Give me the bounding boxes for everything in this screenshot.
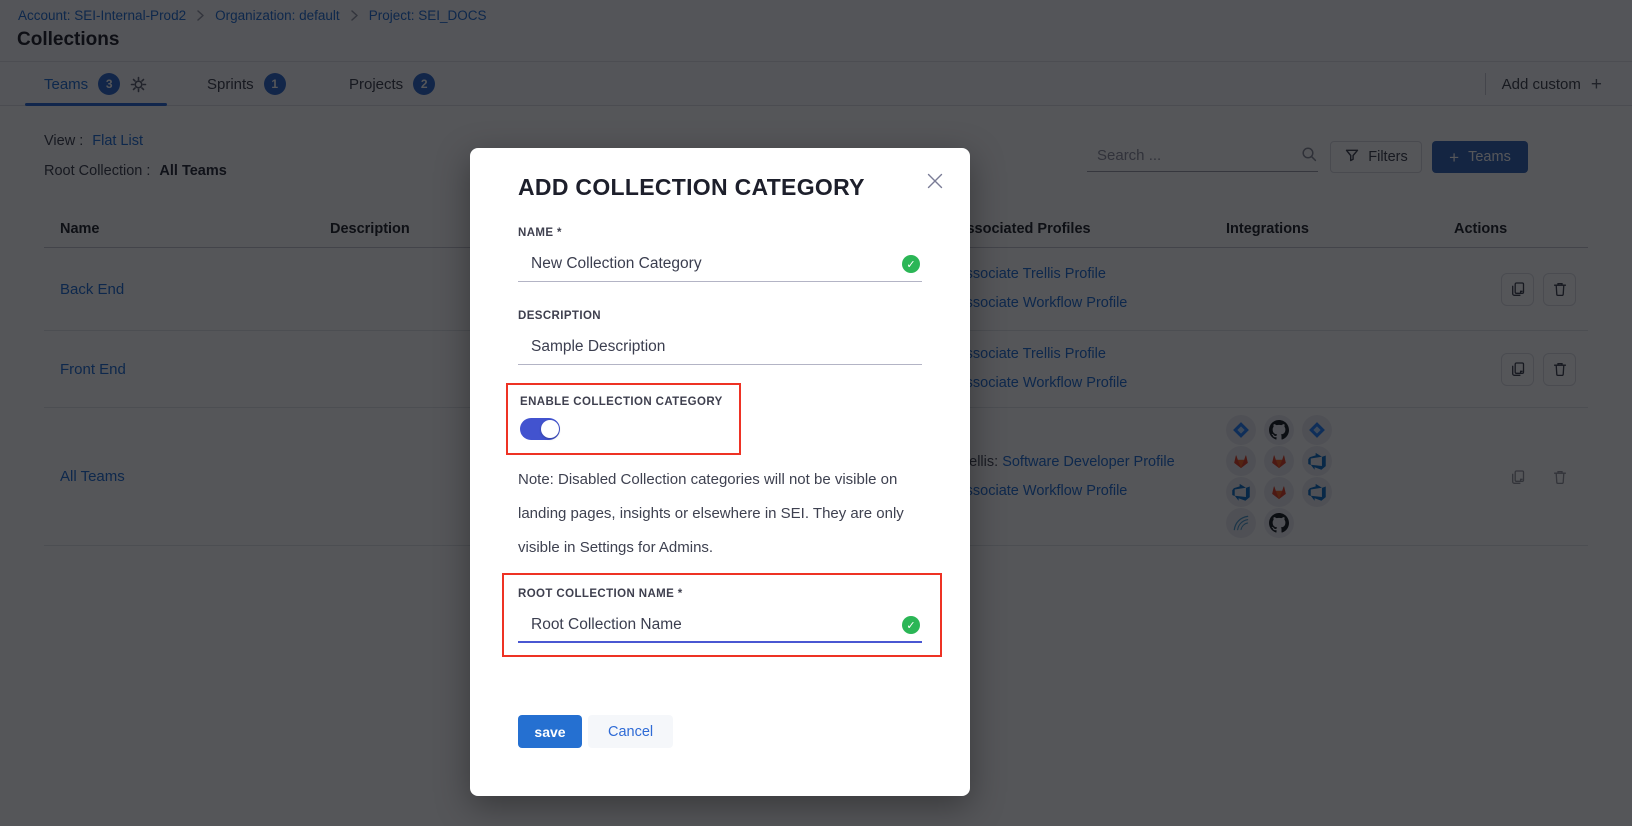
enable-category-toggle[interactable]	[520, 418, 560, 440]
save-button[interactable]: save	[518, 715, 582, 748]
description-field-label: DESCRIPTION	[518, 310, 922, 322]
description-input[interactable]	[531, 338, 920, 356]
enable-category-highlight-box: ENABLE COLLECTION CATEGORY	[506, 383, 741, 455]
description-field-group: DESCRIPTION	[518, 310, 922, 365]
close-icon[interactable]	[926, 172, 944, 195]
name-input[interactable]	[531, 255, 902, 273]
toggle-knob	[541, 420, 559, 438]
cancel-button[interactable]: Cancel	[588, 715, 673, 748]
name-field-group: NAME * ✓	[518, 227, 922, 282]
dialog-title: ADD COLLECTION CATEGORY	[518, 174, 922, 201]
valid-check-icon: ✓	[902, 616, 920, 634]
dialog-buttons: save Cancel	[518, 715, 922, 748]
valid-check-icon: ✓	[902, 255, 920, 273]
add-collection-category-dialog: ADD COLLECTION CATEGORY NAME * ✓ DESCRIP…	[470, 148, 970, 796]
name-input-row: ✓	[518, 249, 922, 282]
root-collection-name-label: ROOT COLLECTION NAME *	[518, 588, 922, 600]
name-field-label: NAME *	[518, 227, 922, 239]
root-collection-input-row: ✓	[518, 610, 922, 643]
root-collection-input[interactable]	[531, 616, 902, 634]
disabled-categories-note: Note: Disabled Collection categories wil…	[518, 463, 928, 565]
enable-category-label: ENABLE COLLECTION CATEGORY	[520, 396, 723, 408]
description-input-row	[518, 332, 922, 365]
root-collection-highlight-box: ROOT COLLECTION NAME * ✓	[502, 573, 942, 657]
